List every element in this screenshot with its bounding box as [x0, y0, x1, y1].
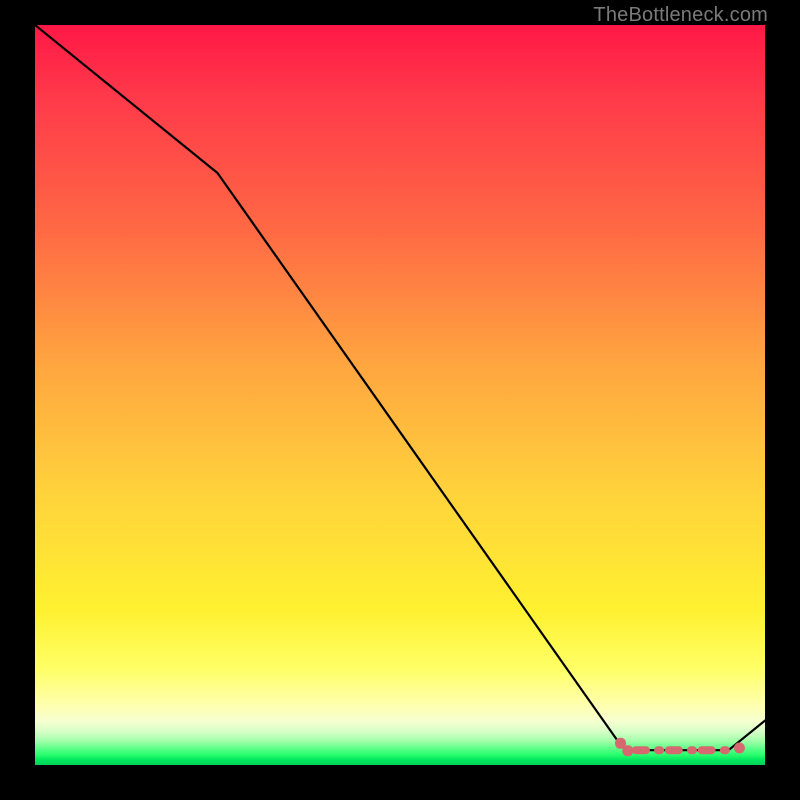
curve-markers [615, 738, 745, 756]
watermark-text: TheBottleneck.com [593, 4, 768, 27]
chart-svg [35, 25, 765, 765]
chart-area [35, 25, 765, 765]
curve-line [35, 25, 765, 750]
stage: TheBottleneck.com [0, 0, 800, 800]
